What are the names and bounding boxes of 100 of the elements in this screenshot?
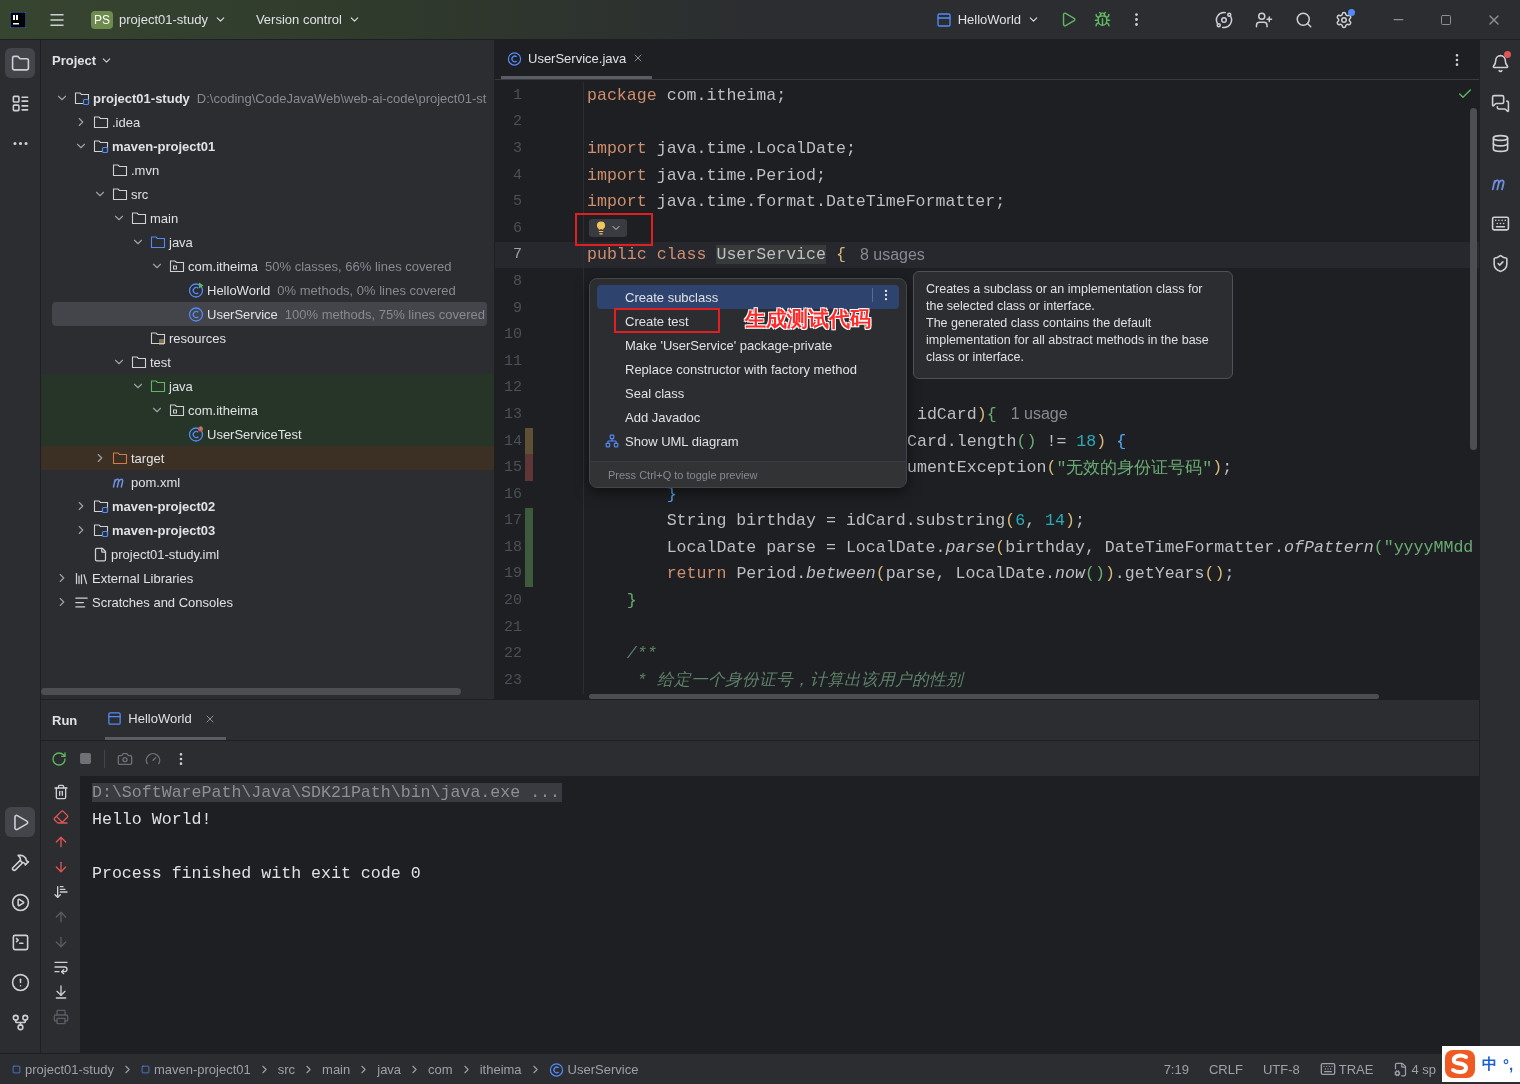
tree-item[interactable]: pom.xml: [41, 470, 494, 494]
line-number: 7: [512, 246, 522, 264]
code-token: ofPattern: [1284, 537, 1374, 557]
menu-item[interactable]: Create subclass: [597, 285, 899, 309]
project-selector[interactable]: PS project01-study: [91, 10, 227, 29]
editor-tab[interactable]: UserService.java: [501, 40, 653, 79]
tree-item[interactable]: UserService 100% methods, 75% lines covered: [52, 302, 487, 326]
wrap-text-icon[interactable]: [52, 959, 69, 975]
menu-item[interactable]: Create test: [597, 309, 697, 333]
code-token: return: [665, 564, 727, 584]
search-icon[interactable]: [1295, 10, 1313, 29]
breadcrumb[interactable]: UserService: [548, 1061, 639, 1077]
rerun-icon[interactable]: [51, 750, 67, 767]
code-token: java.time.LocalDate;: [655, 139, 856, 158]
code-comment: * 给定一个身份证号，计算出该用户的性别: [635, 670, 963, 692]
status-item[interactable]: TRAE: [1319, 1061, 1374, 1077]
code-token: "无效的身份证号码": [1056, 457, 1213, 479]
tree-item[interactable]: target: [41, 446, 494, 470]
tree-item[interactable]: Scratches and Consoles: [41, 590, 494, 614]
tree-item[interactable]: HelloWorld 0% methods, 0% lines covered: [41, 278, 494, 302]
sort-icon[interactable]: [52, 884, 69, 900]
code-token: {: [834, 245, 846, 265]
tree-item[interactable]: project01-study D:\coding\CodeJavaWeb\web-ai-code\project01-st: [41, 86, 494, 110]
code-token: com.itheima;: [665, 85, 787, 105]
menu-item[interactable]: Show UML diagram: [597, 429, 747, 453]
status-item[interactable]: CRLF: [1208, 1061, 1243, 1077]
run-icon[interactable]: [1060, 11, 1077, 28]
tree-item[interactable]: resources: [41, 326, 494, 350]
tree-item[interactable]: External Libraries: [41, 566, 494, 590]
breadcrumb[interactable]: java: [377, 1061, 402, 1077]
tree-item[interactable]: maven-project02: [41, 494, 494, 518]
ai-assistant-icon[interactable]: [1215, 10, 1233, 29]
camera-icon[interactable]: [117, 750, 133, 767]
annotation-label: 生成测试代码: [745, 306, 871, 332]
breadcrumb[interactable]: maven-project01: [140, 1061, 251, 1077]
stop-icon[interactable]: [79, 752, 92, 765]
scrollbar[interactable]: [41, 688, 461, 695]
menu-item[interactable]: Seal class: [597, 381, 693, 405]
code-token: public class: [587, 245, 708, 265]
breadcrumb[interactable]: com: [428, 1061, 453, 1077]
code-token: UserService: [716, 245, 826, 265]
folder-icon: [93, 114, 109, 130]
tree-item[interactable]: com.itheima 50% classes, 66% lines covered: [41, 254, 494, 278]
run-configuration-selector[interactable]: HelloWorld: [935, 11, 1040, 28]
usage-hint: 8 usages: [859, 245, 925, 264]
tree-item[interactable]: maven-project03: [41, 518, 494, 542]
eraser-icon[interactable]: [52, 809, 69, 825]
breadcrumb[interactable]: main: [322, 1061, 351, 1077]
code-token: ): [1104, 564, 1115, 584]
run-icon[interactable]: [5, 807, 35, 837]
breadcrumb[interactable]: src: [277, 1061, 296, 1077]
code-token: Card.length: [907, 431, 1017, 451]
app-logo-icon: [10, 11, 26, 28]
tree-item[interactable]: maven-project01: [41, 134, 494, 158]
maximize-icon[interactable]: [1440, 13, 1452, 26]
add-user-icon[interactable]: [1255, 10, 1273, 29]
project-icon[interactable]: [5, 48, 35, 78]
tree-item[interactable]: test: [41, 350, 494, 374]
test-class-icon: [188, 426, 204, 442]
debug-icon[interactable]: [1094, 11, 1111, 28]
run-tab[interactable]: HelloWorld: [105, 700, 226, 740]
menu-item[interactable]: Replace constructor with factory method: [597, 357, 865, 381]
tree-item[interactable]: .mvn: [41, 158, 494, 182]
status-item[interactable]: UTF-8: [1262, 1061, 1300, 1077]
status-item[interactable]: 4 sp: [1393, 1061, 1436, 1077]
tree-item[interactable]: .idea: [41, 110, 494, 134]
tree-item[interactable]: project01-study.iml: [41, 542, 494, 566]
code-token: !=: [1045, 431, 1068, 451]
code-token: now: [1055, 564, 1085, 584]
code-token: ): [1065, 511, 1075, 531]
usage-hint: 1 usage: [1010, 405, 1068, 424]
folder-icon: [131, 354, 147, 370]
code-token: {: [1115, 431, 1127, 451]
scrollbar[interactable]: [589, 694, 1379, 699]
gauge-icon[interactable]: [145, 750, 161, 767]
lightbulb-icon: [594, 221, 608, 236]
settings-icon[interactable]: [1335, 10, 1353, 29]
intention-bulb-button[interactable]: [589, 219, 627, 238]
folder-icon: [112, 450, 128, 466]
status-item[interactable]: 7:19: [1163, 1061, 1189, 1077]
tree-item[interactable]: java: [41, 230, 494, 254]
menu-footer-hint: Press Ctrl+Q to toggle preview: [590, 461, 906, 487]
tree-item[interactable]: main: [41, 206, 494, 230]
breadcrumb[interactable]: itheima: [479, 1061, 522, 1077]
code-token: parse, LocalDate.: [885, 564, 1056, 584]
menu-item[interactable]: Make 'UserService' package-private: [597, 333, 841, 357]
tree-item[interactable]: src: [41, 182, 494, 206]
tree-item[interactable]: java: [41, 374, 494, 398]
tree-item[interactable]: UserServiceTest: [41, 422, 494, 446]
code-token: (: [1005, 511, 1016, 531]
code-token: import: [587, 165, 647, 185]
version-control-menu[interactable]: Version control: [255, 12, 361, 27]
scratches-icon: [74, 594, 89, 610]
folder-icon: [131, 210, 147, 226]
breadcrumb[interactable]: project01-study: [12, 1061, 114, 1077]
trash-icon[interactable]: [52, 784, 69, 800]
menu-item[interactable]: Add Javadoc: [597, 405, 709, 429]
scrollbar[interactable]: [1470, 108, 1477, 450]
code-token: LocalDate parse = LocalDate.: [665, 537, 946, 557]
tree-item[interactable]: com.itheima: [41, 398, 494, 422]
